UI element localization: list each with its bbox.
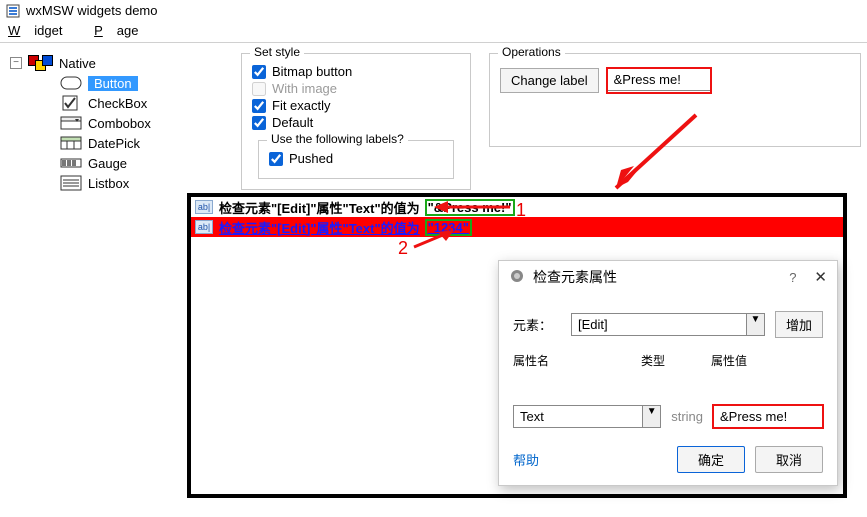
window-title: wxMSW widgets demo <box>26 3 157 18</box>
tree-item-datepick[interactable]: DatePick <box>6 133 231 153</box>
col-name: 属性名 <box>513 352 549 369</box>
combo-value: Text <box>514 406 642 427</box>
prop-name-combo[interactable]: Text ▼ <box>513 405 661 428</box>
row-value-highlight: "1234" <box>426 220 471 235</box>
chevron-down-icon[interactable]: ▼ <box>746 314 764 335</box>
change-label-button[interactable]: Change label <box>500 68 599 93</box>
checkbox-icon <box>60 95 82 111</box>
tree-item-label: DatePick <box>88 136 140 151</box>
chk-with-image: With image <box>252 81 460 96</box>
close-button[interactable]: ✕ <box>814 268 827 286</box>
edit-badge-icon: ab| <box>195 200 213 214</box>
chk-pushed[interactable]: Pushed <box>269 151 443 166</box>
tree-item-checkbox[interactable]: CheckBox <box>6 93 231 113</box>
collapse-icon[interactable]: − <box>10 57 22 69</box>
gauge-icon <box>60 155 82 171</box>
group-title: Set style <box>250 45 304 59</box>
button-icon <box>60 75 82 91</box>
set-style-group: Set style Bitmap button With image Fit e… <box>241 53 471 190</box>
help-link[interactable]: 帮助 <box>513 450 539 469</box>
checkbox[interactable] <box>252 99 266 113</box>
chk-default[interactable]: Default <box>252 115 460 130</box>
edit-badge-icon: ab| <box>195 220 213 234</box>
row-text: 检查元素"[Edit]"属性"Text"的值为 <box>219 198 420 217</box>
help-button[interactable]: ? <box>789 270 796 285</box>
tree-item-label: Listbox <box>88 176 129 191</box>
tree-item-label: CheckBox <box>88 96 147 111</box>
app-icon <box>6 4 20 18</box>
operations-group: Operations Change label <box>489 53 861 147</box>
checkbox[interactable] <box>269 152 283 166</box>
tree-item-button[interactable]: Button <box>6 73 231 93</box>
annotation-2: 2 <box>398 238 408 259</box>
checkbox[interactable] <box>252 65 266 79</box>
col-value: 属性值 <box>711 352 747 369</box>
dialog-footer: 帮助 确定 取消 <box>499 438 837 485</box>
chk-bitmap[interactable]: Bitmap button <box>252 64 460 79</box>
dialog-icon <box>509 268 525 287</box>
combo-value: [Edit] <box>572 314 746 335</box>
checkbox[interactable] <box>252 116 266 130</box>
add-button[interactable]: 增加 <box>775 311 823 338</box>
dialog-titlebar: 检查元素属性 ? ✕ <box>499 261 837 293</box>
property-row: Text ▼ string <box>513 405 823 428</box>
group-title: Use the following labels? <box>267 132 408 146</box>
row-text: 检查元素"[Edit]"属性"Text"的值为 <box>219 218 420 237</box>
element-label: 元素： <box>513 315 561 334</box>
checkbox <box>252 82 266 96</box>
cancel-button[interactable]: 取消 <box>755 446 823 473</box>
tree-item-listbox[interactable]: Listbox <box>6 173 231 193</box>
row-value-highlight: "&Press me!" <box>426 200 514 215</box>
inspect-dialog: 检查元素属性 ? ✕ 元素： [Edit] ▼ 增加 属性名 类型 属性值 Te… <box>498 260 838 486</box>
menu-page[interactable]: Page <box>94 23 152 38</box>
tree-item-gauge[interactable]: Gauge <box>6 153 231 173</box>
tree-root-label: Native <box>59 56 96 71</box>
dialog-title: 检查元素属性 <box>533 267 781 287</box>
datepicker-icon <box>60 135 82 151</box>
group-title: Operations <box>498 45 565 59</box>
listbox-icon <box>60 175 82 191</box>
label-input[interactable] <box>607 68 711 91</box>
columns-header: 属性名 类型 属性值 <box>513 352 823 369</box>
menubar: Widget Page <box>0 21 867 43</box>
tree-item-label: Button <box>88 76 138 91</box>
titlebar: wxMSW widgets demo <box>0 0 867 21</box>
annotation-box <box>713 405 823 428</box>
col-type: 类型 <box>641 352 665 369</box>
tree-item-label: Gauge <box>88 156 127 171</box>
menu-widget[interactable]: Widget <box>8 23 76 38</box>
ok-button[interactable]: 确定 <box>677 446 745 473</box>
chevron-down-icon[interactable]: ▼ <box>642 406 660 427</box>
tree-root[interactable]: − Native <box>6 53 231 73</box>
native-icon <box>28 55 53 71</box>
element-row: 元素： [Edit] ▼ 增加 <box>513 311 823 338</box>
annotation-box <box>607 68 711 93</box>
tree-item-combobox[interactable]: Combobox <box>6 113 231 133</box>
labels-group: Use the following labels? Pushed <box>258 140 454 179</box>
tree-item-label: Combobox <box>88 116 151 131</box>
element-combo[interactable]: [Edit] ▼ <box>571 313 765 336</box>
annotation-1: 1 <box>516 200 526 221</box>
combobox-icon <box>60 115 82 131</box>
chk-fit[interactable]: Fit exactly <box>252 98 460 113</box>
prop-type: string <box>671 409 703 424</box>
prop-value-input[interactable] <box>713 405 823 428</box>
